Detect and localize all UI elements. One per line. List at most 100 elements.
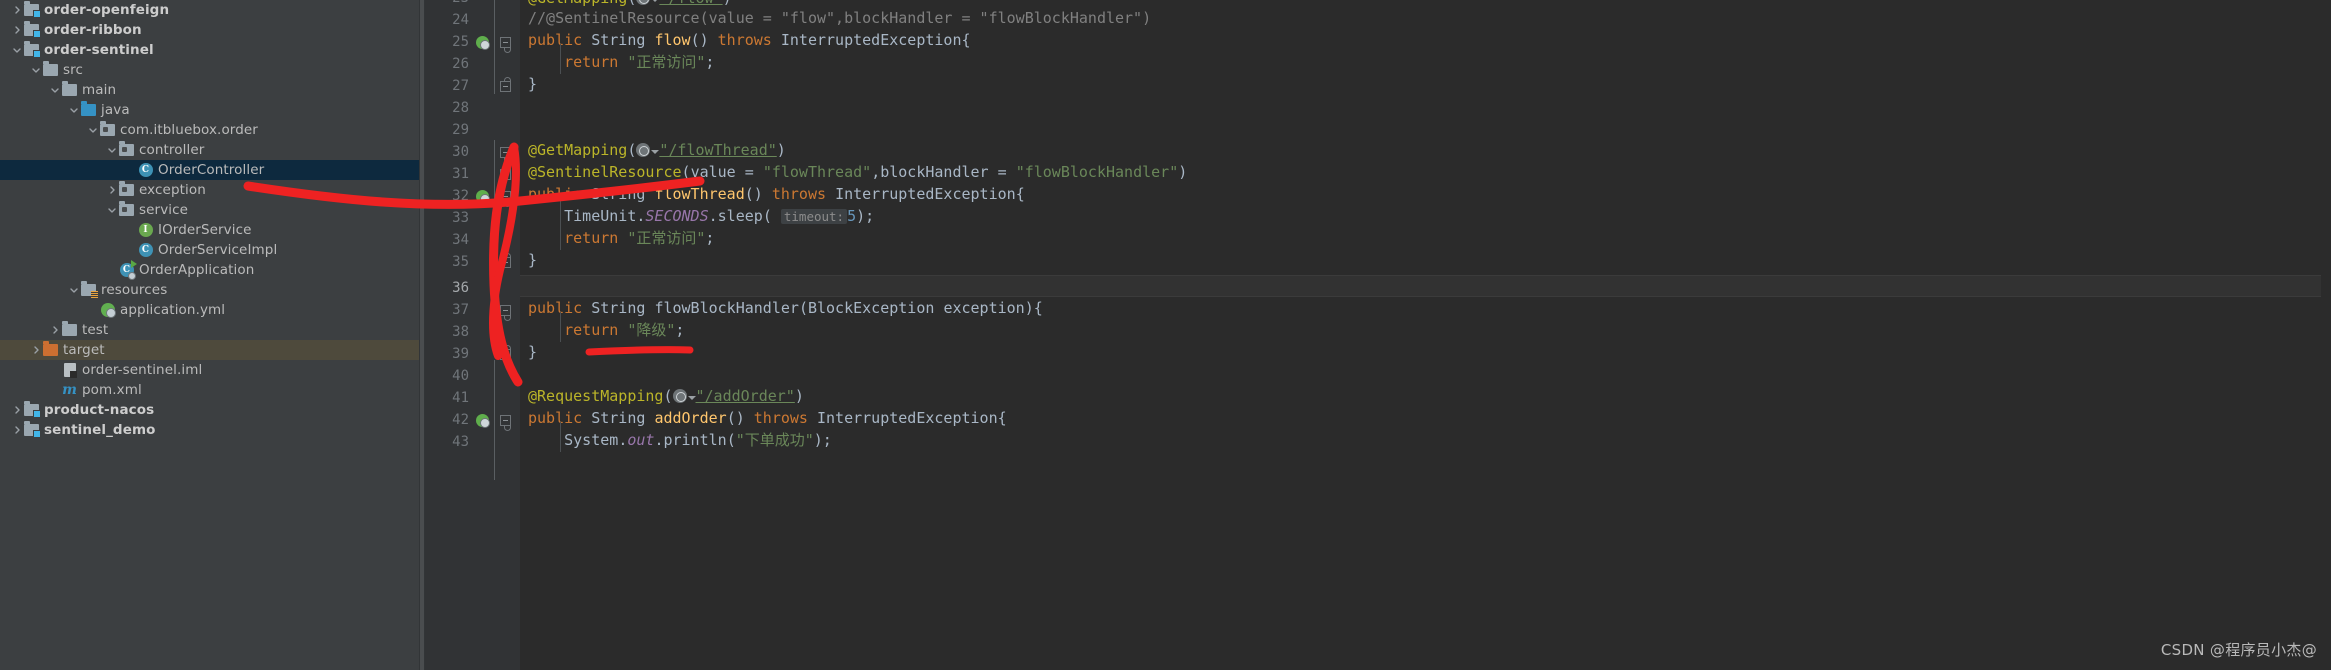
code-line-42[interactable]: public String addOrder() throws Interrup… bbox=[520, 407, 2331, 429]
tree-item-order-openfeign[interactable]: order-openfeign bbox=[0, 0, 419, 20]
chevron-down-icon[interactable] bbox=[67, 284, 80, 297]
chevron-right-icon[interactable] bbox=[10, 404, 23, 417]
code-line-27[interactable]: } bbox=[520, 73, 2331, 95]
tree-item-test[interactable]: test bbox=[0, 320, 419, 340]
gutter-line-32[interactable]: 32 bbox=[425, 185, 520, 207]
tree-item-exception[interactable]: exception bbox=[0, 180, 419, 200]
gutter-line-29[interactable]: 29 bbox=[425, 119, 520, 141]
tree-item-order-sentinel[interactable]: order-sentinel bbox=[0, 40, 419, 60]
code-line-33[interactable]: TimeUnit.SECONDS.sleep( timeout: 5); bbox=[520, 205, 2331, 227]
tree-item-application-yml[interactable]: application.yml bbox=[0, 300, 419, 320]
gutter-line-41[interactable]: 41 bbox=[425, 387, 520, 409]
gutter-line-36[interactable]: 36 bbox=[425, 277, 520, 299]
code-line-26[interactable]: return "正常访问"; bbox=[520, 51, 2331, 73]
fold-region-start-icon[interactable] bbox=[493, 304, 518, 321]
chevron-right-icon[interactable] bbox=[105, 184, 118, 197]
chevron-down-icon[interactable] bbox=[29, 64, 42, 77]
tree-item-service[interactable]: service bbox=[0, 200, 419, 220]
fold-connector-line bbox=[494, 0, 495, 94]
tree-item-main[interactable]: main bbox=[0, 80, 419, 100]
spring-bean-gutter-icon[interactable] bbox=[471, 35, 493, 50]
gutter-line-34[interactable]: 34 bbox=[425, 229, 520, 251]
code-editor[interactable]: 23 24 25 26 27 28 29 30 31 32 33 34 35 36 37 38 39 40 41 42… bbox=[425, 0, 2331, 670]
code-line-31[interactable]: @SentinelResource(value = "flowThread",b… bbox=[520, 161, 2331, 183]
gutter-line-42[interactable]: 42 bbox=[425, 409, 520, 431]
module-folder-icon bbox=[23, 21, 41, 38]
gutter-line-26[interactable]: 26 bbox=[425, 53, 520, 75]
gutter-line-27[interactable]: 27 bbox=[425, 75, 520, 97]
fold-region-start-icon[interactable] bbox=[493, 190, 518, 207]
chevron-down-icon[interactable] bbox=[86, 124, 99, 137]
code-line-40[interactable] bbox=[520, 363, 2331, 385]
url-mapping-flowthread[interactable]: "/flowThread" bbox=[659, 141, 776, 159]
code-line-37[interactable]: public String flowBlockHandler(BlockExce… bbox=[520, 297, 2331, 319]
gutter-line-25[interactable]: 25 bbox=[425, 31, 520, 53]
tree-item-ordercontroller[interactable]: C OrderController bbox=[0, 160, 419, 180]
tree-item-target[interactable]: target bbox=[0, 340, 419, 360]
code-line-38[interactable]: return "降级"; bbox=[520, 319, 2331, 341]
tree-item-com-itbluebox-order[interactable]: com.itbluebox.order bbox=[0, 120, 419, 140]
tree-item-orderserviceimpl[interactable]: C OrderServiceImpl bbox=[0, 240, 419, 260]
tree-item-product-nacos[interactable]: product-nacos bbox=[0, 400, 419, 420]
code-line-39[interactable]: } bbox=[520, 341, 2331, 363]
chevron-down-icon[interactable] bbox=[687, 396, 696, 400]
gutter-line-28[interactable]: 28 bbox=[425, 97, 520, 119]
gutter-line-24[interactable]: 24 bbox=[425, 9, 520, 31]
gutter-line-35[interactable]: 35 bbox=[425, 251, 520, 273]
gutter-line-39[interactable]: 39 bbox=[425, 343, 520, 365]
tree-item-iorderservice[interactable]: I IOrderService bbox=[0, 220, 419, 240]
gutter-line-38[interactable]: 38 bbox=[425, 321, 520, 343]
code-line-41[interactable]: @RequestMapping("/addOrder") bbox=[520, 385, 2331, 407]
tree-item-resources[interactable]: resources bbox=[0, 280, 419, 300]
gutter-line-33[interactable]: 33 bbox=[425, 207, 520, 229]
code-line-35[interactable]: } bbox=[520, 249, 2331, 271]
code-line-24[interactable]: //@SentinelResource(value = "flow",block… bbox=[520, 7, 2331, 29]
tree-item-java[interactable]: java bbox=[0, 100, 419, 120]
tree-item-order-ribbon[interactable]: order-ribbon bbox=[0, 20, 419, 40]
tree-item-order-sentinel-iml[interactable]: order-sentinel.iml bbox=[0, 360, 419, 380]
url-mapping-addorder[interactable]: "/addOrder" bbox=[696, 387, 795, 405]
gutter-line-43[interactable]: 43 bbox=[425, 431, 520, 453]
chevron-right-icon[interactable] bbox=[29, 344, 42, 357]
chevron-right-icon[interactable] bbox=[10, 4, 23, 17]
editor-gutter[interactable]: 23 24 25 26 27 28 29 30 31 32 33 34 35 36 37 38 39 40 41 42… bbox=[425, 0, 520, 670]
tree-item-pom-xml[interactable]: m pom.xml bbox=[0, 380, 419, 400]
gutter-line-31[interactable]: 31 bbox=[425, 163, 520, 185]
chevron-right-icon[interactable] bbox=[10, 24, 23, 37]
chevron-right-icon[interactable] bbox=[48, 324, 61, 337]
project-tree-panel[interactable]: order-openfeign order-ribbon order-sentine… bbox=[0, 0, 419, 670]
gutter-line-23[interactable]: 23 bbox=[425, 0, 520, 9]
gutter-line-30[interactable]: 30 bbox=[425, 141, 520, 163]
tree-item-src[interactable]: src bbox=[0, 60, 419, 80]
chevron-down-icon[interactable] bbox=[105, 204, 118, 217]
tree-item-orderapplication[interactable]: C OrderApplication bbox=[0, 260, 419, 280]
spring-bean-gutter-icon[interactable] bbox=[471, 413, 493, 428]
chevron-down-icon[interactable] bbox=[48, 84, 61, 97]
tree-item-controller[interactable]: controller bbox=[0, 140, 419, 160]
gutter-line-37[interactable]: 37 bbox=[425, 299, 520, 321]
fold-region-end-icon[interactable] bbox=[493, 344, 518, 360]
code-line-43[interactable]: System.out.println("下单成功"); bbox=[520, 429, 2331, 451]
fold-region-start-icon[interactable] bbox=[493, 36, 518, 53]
code-line-30[interactable]: @GetMapping("/flowThread") bbox=[520, 139, 2331, 161]
code-text-area[interactable]: @GetMapping("/flow") //@SentinelResource… bbox=[520, 0, 2331, 670]
code-line-34[interactable]: return "正常访问"; bbox=[520, 227, 2331, 249]
code-line-36[interactable] bbox=[520, 275, 2331, 297]
tree-item-sentinel-demo[interactable]: sentinel_demo bbox=[0, 420, 419, 440]
chevron-down-icon[interactable] bbox=[10, 44, 23, 57]
fold-region-end-icon[interactable] bbox=[493, 76, 518, 92]
chevron-down-icon[interactable] bbox=[105, 144, 118, 157]
chevron-right-icon[interactable] bbox=[10, 424, 23, 437]
chevron-down-icon[interactable] bbox=[67, 104, 80, 117]
gutter-line-40[interactable]: 40 bbox=[425, 365, 520, 387]
fold-region-end-icon[interactable] bbox=[493, 252, 518, 268]
editor-scrollbar[interactable] bbox=[2321, 0, 2331, 670]
code-line-28[interactable] bbox=[520, 95, 2331, 117]
fold-region-middle-icon[interactable] bbox=[493, 164, 518, 180]
fold-region-start-icon[interactable] bbox=[493, 414, 518, 431]
code-line-25[interactable]: public String flow() throws InterruptedE… bbox=[520, 29, 2331, 51]
code-line-32[interactable]: public String flowThread() throws Interr… bbox=[520, 183, 2331, 205]
fold-region-start-icon[interactable] bbox=[493, 146, 518, 163]
code-line-29[interactable] bbox=[520, 117, 2331, 139]
spring-bean-gutter-icon[interactable] bbox=[471, 189, 493, 204]
